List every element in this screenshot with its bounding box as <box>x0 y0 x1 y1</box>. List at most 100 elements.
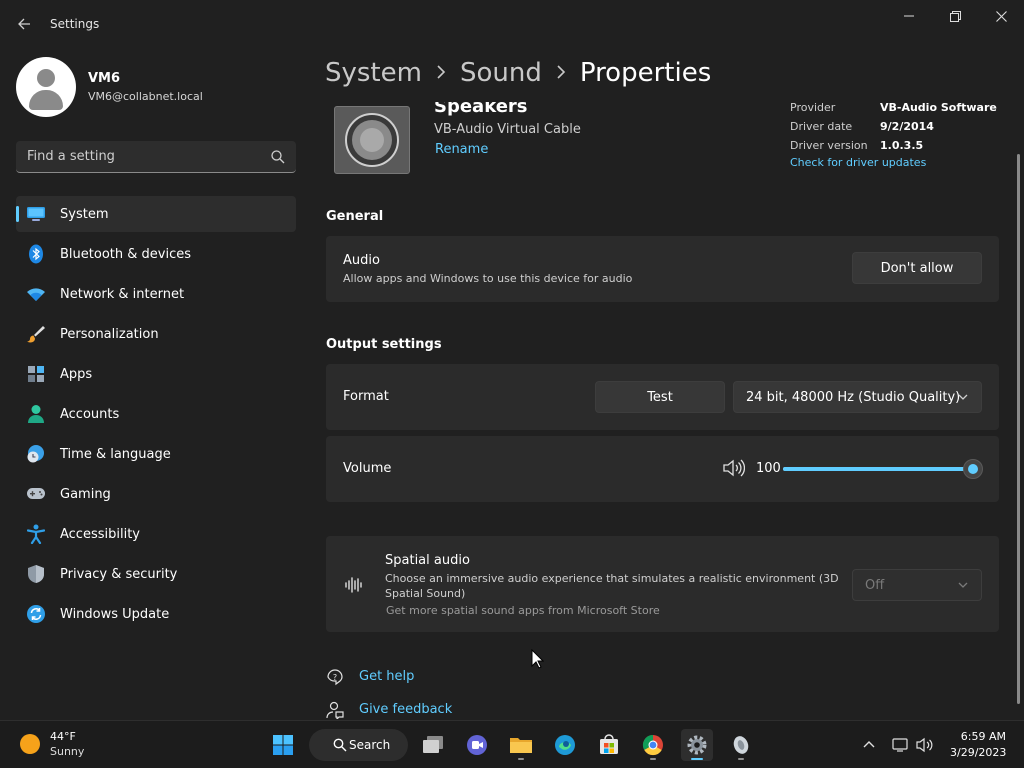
sidebar-nav: System Bluetooth & devices Network & int… <box>16 196 296 636</box>
volume-icon <box>916 737 933 753</box>
globe-clock-icon <box>26 444 46 464</box>
test-button[interactable]: Test <box>595 381 725 413</box>
driver-version-label: Driver version <box>790 139 868 152</box>
volume-value: 100 <box>756 461 781 476</box>
chrome-browser-icon <box>642 734 663 756</box>
dont-allow-button[interactable]: Don't allow <box>852 252 982 284</box>
volume-slider-thumb[interactable] <box>963 459 983 479</box>
sidebar-item-accessibility[interactable]: Accessibility <box>16 516 296 552</box>
person-icon <box>26 404 46 424</box>
chevron-up-icon <box>863 741 875 748</box>
teams-chat-button[interactable] <box>461 729 493 761</box>
microsoft-store-button[interactable] <box>593 729 625 761</box>
network-tray-button[interactable] <box>890 735 912 755</box>
clock-time: 6:59 AM <box>960 730 1006 743</box>
audio-description: Allow apps and Windows to use this devic… <box>343 272 633 285</box>
sidebar-item-personalization[interactable]: Personalization <box>16 316 296 352</box>
sidebar-item-privacy[interactable]: Privacy & security <box>16 556 296 592</box>
gear-icon <box>687 735 707 755</box>
sun-icon <box>20 734 40 754</box>
user-profile[interactable]: VM6 VM6@collabnet.local <box>16 57 203 117</box>
sidebar-item-windows-update[interactable]: Windows Update <box>16 596 296 632</box>
sidebar-item-label: Accessibility <box>60 526 140 542</box>
speaker-volume-icon[interactable] <box>723 459 745 477</box>
get-help-link[interactable]: Get help <box>359 669 414 684</box>
device-subtitle: VB-Audio Virtual Cable <box>434 122 581 137</box>
search-input[interactable] <box>16 141 264 172</box>
volume-label: Volume <box>343 461 392 476</box>
shield-icon <box>26 564 46 584</box>
gamepad-icon <box>26 484 46 504</box>
app-shell-icon <box>733 736 749 754</box>
chevron-down-icon <box>958 394 968 400</box>
start-button[interactable] <box>267 729 299 761</box>
format-card: Format Test 24 bit, 48000 Hz (Studio Qua… <box>326 364 999 430</box>
search-icon[interactable] <box>270 149 286 165</box>
clock-date: 3/29/2023 <box>950 746 1007 759</box>
show-hidden-icons-button[interactable] <box>858 735 880 755</box>
sidebar-item-label: Apps <box>60 366 93 382</box>
sidebar-item-apps[interactable]: Apps <box>16 356 296 392</box>
edge-button[interactable] <box>549 729 581 761</box>
file-explorer-button[interactable] <box>505 729 537 761</box>
sidebar-item-label: Windows Update <box>60 606 170 622</box>
running-indicator <box>518 758 524 760</box>
sidebar-item-label: Bluetooth & devices <box>60 246 191 262</box>
task-view-button[interactable] <box>417 729 449 761</box>
driver-date-row: Driver date 9/2/2014 <box>790 117 997 136</box>
sidebar-item-label: System <box>60 206 109 222</box>
sidebar-item-label: Personalization <box>60 326 159 342</box>
app-title: Settings <box>50 17 100 31</box>
give-feedback-link[interactable]: Give feedback <box>359 702 452 717</box>
close-button[interactable] <box>978 4 1024 28</box>
volume-tray-button[interactable] <box>914 735 936 755</box>
format-dropdown[interactable]: 24 bit, 48000 Hz (Studio Quality) <box>733 381 982 413</box>
windows-logo-icon <box>273 735 293 755</box>
main-content: Speakers VB-Audio Virtual Cable Rename P… <box>326 102 1016 720</box>
rename-link[interactable]: Rename <box>435 142 488 157</box>
settings-search <box>16 141 296 173</box>
driver-info: Provider VB-Audio Software Driver date 9… <box>790 102 997 169</box>
app-taskbar-button[interactable] <box>725 729 757 761</box>
minimize-button[interactable] <box>886 4 932 28</box>
chevron-down-icon <box>958 582 968 588</box>
sidebar-item-accounts[interactable]: Accounts <box>16 396 296 432</box>
taskbar-clock[interactable]: 6:59 AM 3/29/2023 <box>950 730 1006 759</box>
sidebar-item-label: Time & language <box>60 446 171 462</box>
taskbar-search[interactable]: Search <box>309 729 408 761</box>
spatial-store-link[interactable]: Get more spatial sound apps from Microso… <box>386 604 660 617</box>
driver-version-row: Driver version 1.0.3.5 <box>790 136 997 155</box>
breadcrumb-system[interactable]: System <box>325 58 422 88</box>
chrome-button[interactable] <box>637 729 669 761</box>
settings-taskbar-button[interactable] <box>681 729 713 761</box>
speaker-icon <box>345 113 399 167</box>
breadcrumb-sound[interactable]: Sound <box>460 58 542 88</box>
format-dropdown-value: 24 bit, 48000 Hz (Studio Quality) <box>746 389 961 405</box>
sidebar-item-gaming[interactable]: Gaming <box>16 476 296 512</box>
sidebar-item-system[interactable]: System <box>16 196 296 232</box>
sidebar-item-bluetooth[interactable]: Bluetooth & devices <box>16 236 296 272</box>
active-indicator <box>691 758 703 760</box>
avatar <box>16 57 76 117</box>
profile-name: VM6 <box>88 71 121 86</box>
sidebar-item-label: Privacy & security <box>60 566 178 582</box>
restore-button[interactable] <box>932 4 978 28</box>
bluetooth-icon <box>26 244 46 264</box>
chevron-right-icon <box>436 64 446 83</box>
spatial-audio-dropdown[interactable]: Off <box>852 569 982 601</box>
paintbrush-icon <box>26 324 46 344</box>
weather-widget[interactable]: 44°F Sunny <box>20 730 84 758</box>
avatar-body-shape <box>29 90 63 110</box>
running-indicator <box>650 758 656 760</box>
device-header: Speakers VB-Audio Virtual Cable Rename P… <box>326 102 1000 182</box>
taskbar-search-label: Search <box>349 738 391 752</box>
scrollbar[interactable] <box>1017 154 1020 704</box>
network-monitor-icon <box>892 738 908 752</box>
volume-card: Volume 100 <box>326 436 999 502</box>
sidebar-item-time-language[interactable]: Time & language <box>16 436 296 472</box>
spatial-audio-title: Spatial audio <box>385 553 470 568</box>
volume-slider-track[interactable] <box>783 467 973 471</box>
back-button[interactable] <box>10 12 38 36</box>
check-driver-updates-link[interactable]: Check for driver updates <box>790 156 997 169</box>
sidebar-item-network[interactable]: Network & internet <box>16 276 296 312</box>
